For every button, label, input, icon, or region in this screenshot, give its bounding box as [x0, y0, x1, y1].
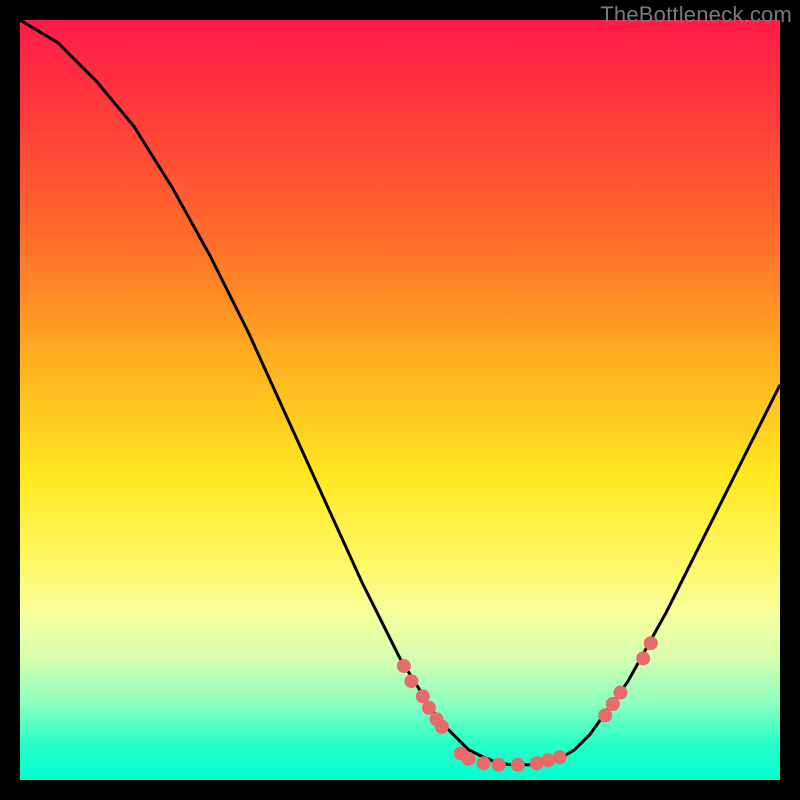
data-marker	[511, 758, 525, 772]
data-marker	[598, 708, 612, 722]
data-marker	[397, 659, 411, 673]
curve-layer	[20, 20, 780, 780]
data-marker	[553, 750, 567, 764]
data-marker	[461, 752, 475, 766]
chart-frame: TheBottleneck.com	[0, 0, 800, 800]
data-marker	[613, 686, 627, 700]
data-marker	[435, 720, 449, 734]
data-marker	[477, 756, 491, 770]
data-marker	[644, 636, 658, 650]
data-marker	[492, 758, 506, 772]
watermark-text: TheBottleneck.com	[600, 2, 792, 28]
data-marker	[404, 674, 418, 688]
data-marker	[422, 701, 436, 715]
plot-area	[20, 20, 780, 780]
marker-layer	[397, 636, 658, 772]
data-marker	[636, 651, 650, 665]
data-marker	[606, 697, 620, 711]
bottleneck-curve	[20, 20, 780, 765]
